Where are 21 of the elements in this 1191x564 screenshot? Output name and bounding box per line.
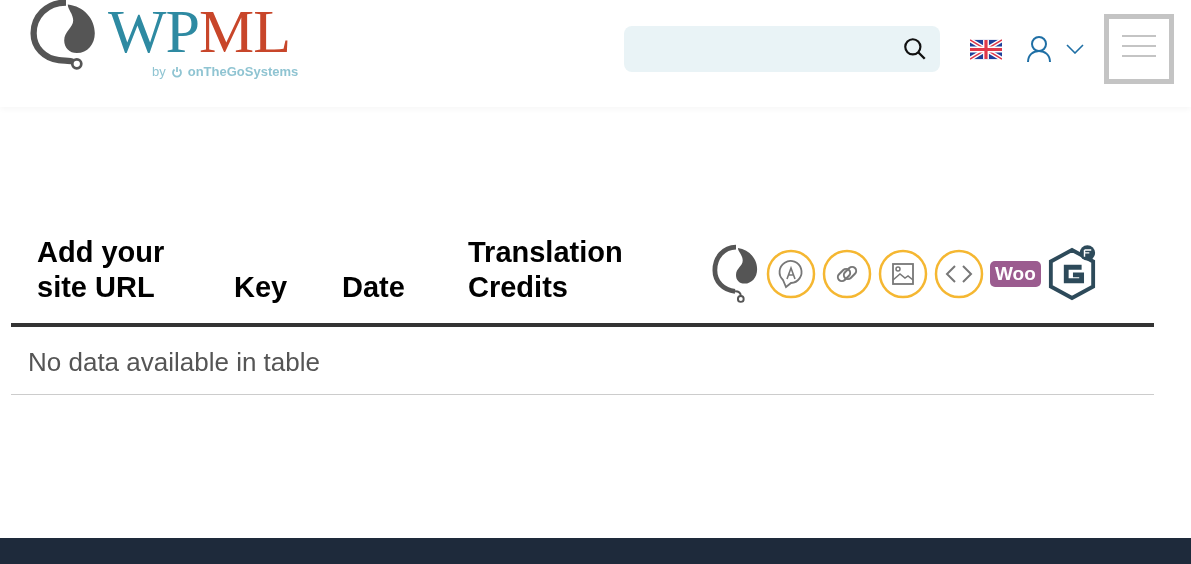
- logo-text[interactable]: ML: [199, 0, 290, 65]
- column-header[interactable]: Key: [234, 270, 342, 305]
- uk-flag-icon[interactable]: [970, 38, 1002, 60]
- translate-bubble-icon: [766, 249, 816, 299]
- company-name: onTheGoSystems: [187, 64, 299, 79]
- search-icon[interactable]: [902, 36, 928, 62]
- caret-icon[interactable]: [1066, 44, 1084, 54]
- user-icon[interactable]: [1026, 35, 1052, 63]
- column-header[interactable]: Date: [342, 270, 468, 305]
- search-field[interactable]: [624, 26, 940, 72]
- column-header[interactable]: Translation Credits: [468, 235, 658, 305]
- link-icon: [822, 249, 872, 299]
- logo-icon: [712, 244, 760, 304]
- image-icon: [878, 249, 928, 299]
- logo-text[interactable]: WP: [108, 0, 199, 65]
- power-icon: [170, 65, 183, 78]
- woo-logo: Woo: [990, 261, 1041, 287]
- empty-message: No data available in table: [11, 327, 1154, 395]
- code-icon: [934, 249, 984, 299]
- by-text: by: [152, 64, 166, 79]
- column-header[interactable]: Add your site URL: [37, 235, 197, 305]
